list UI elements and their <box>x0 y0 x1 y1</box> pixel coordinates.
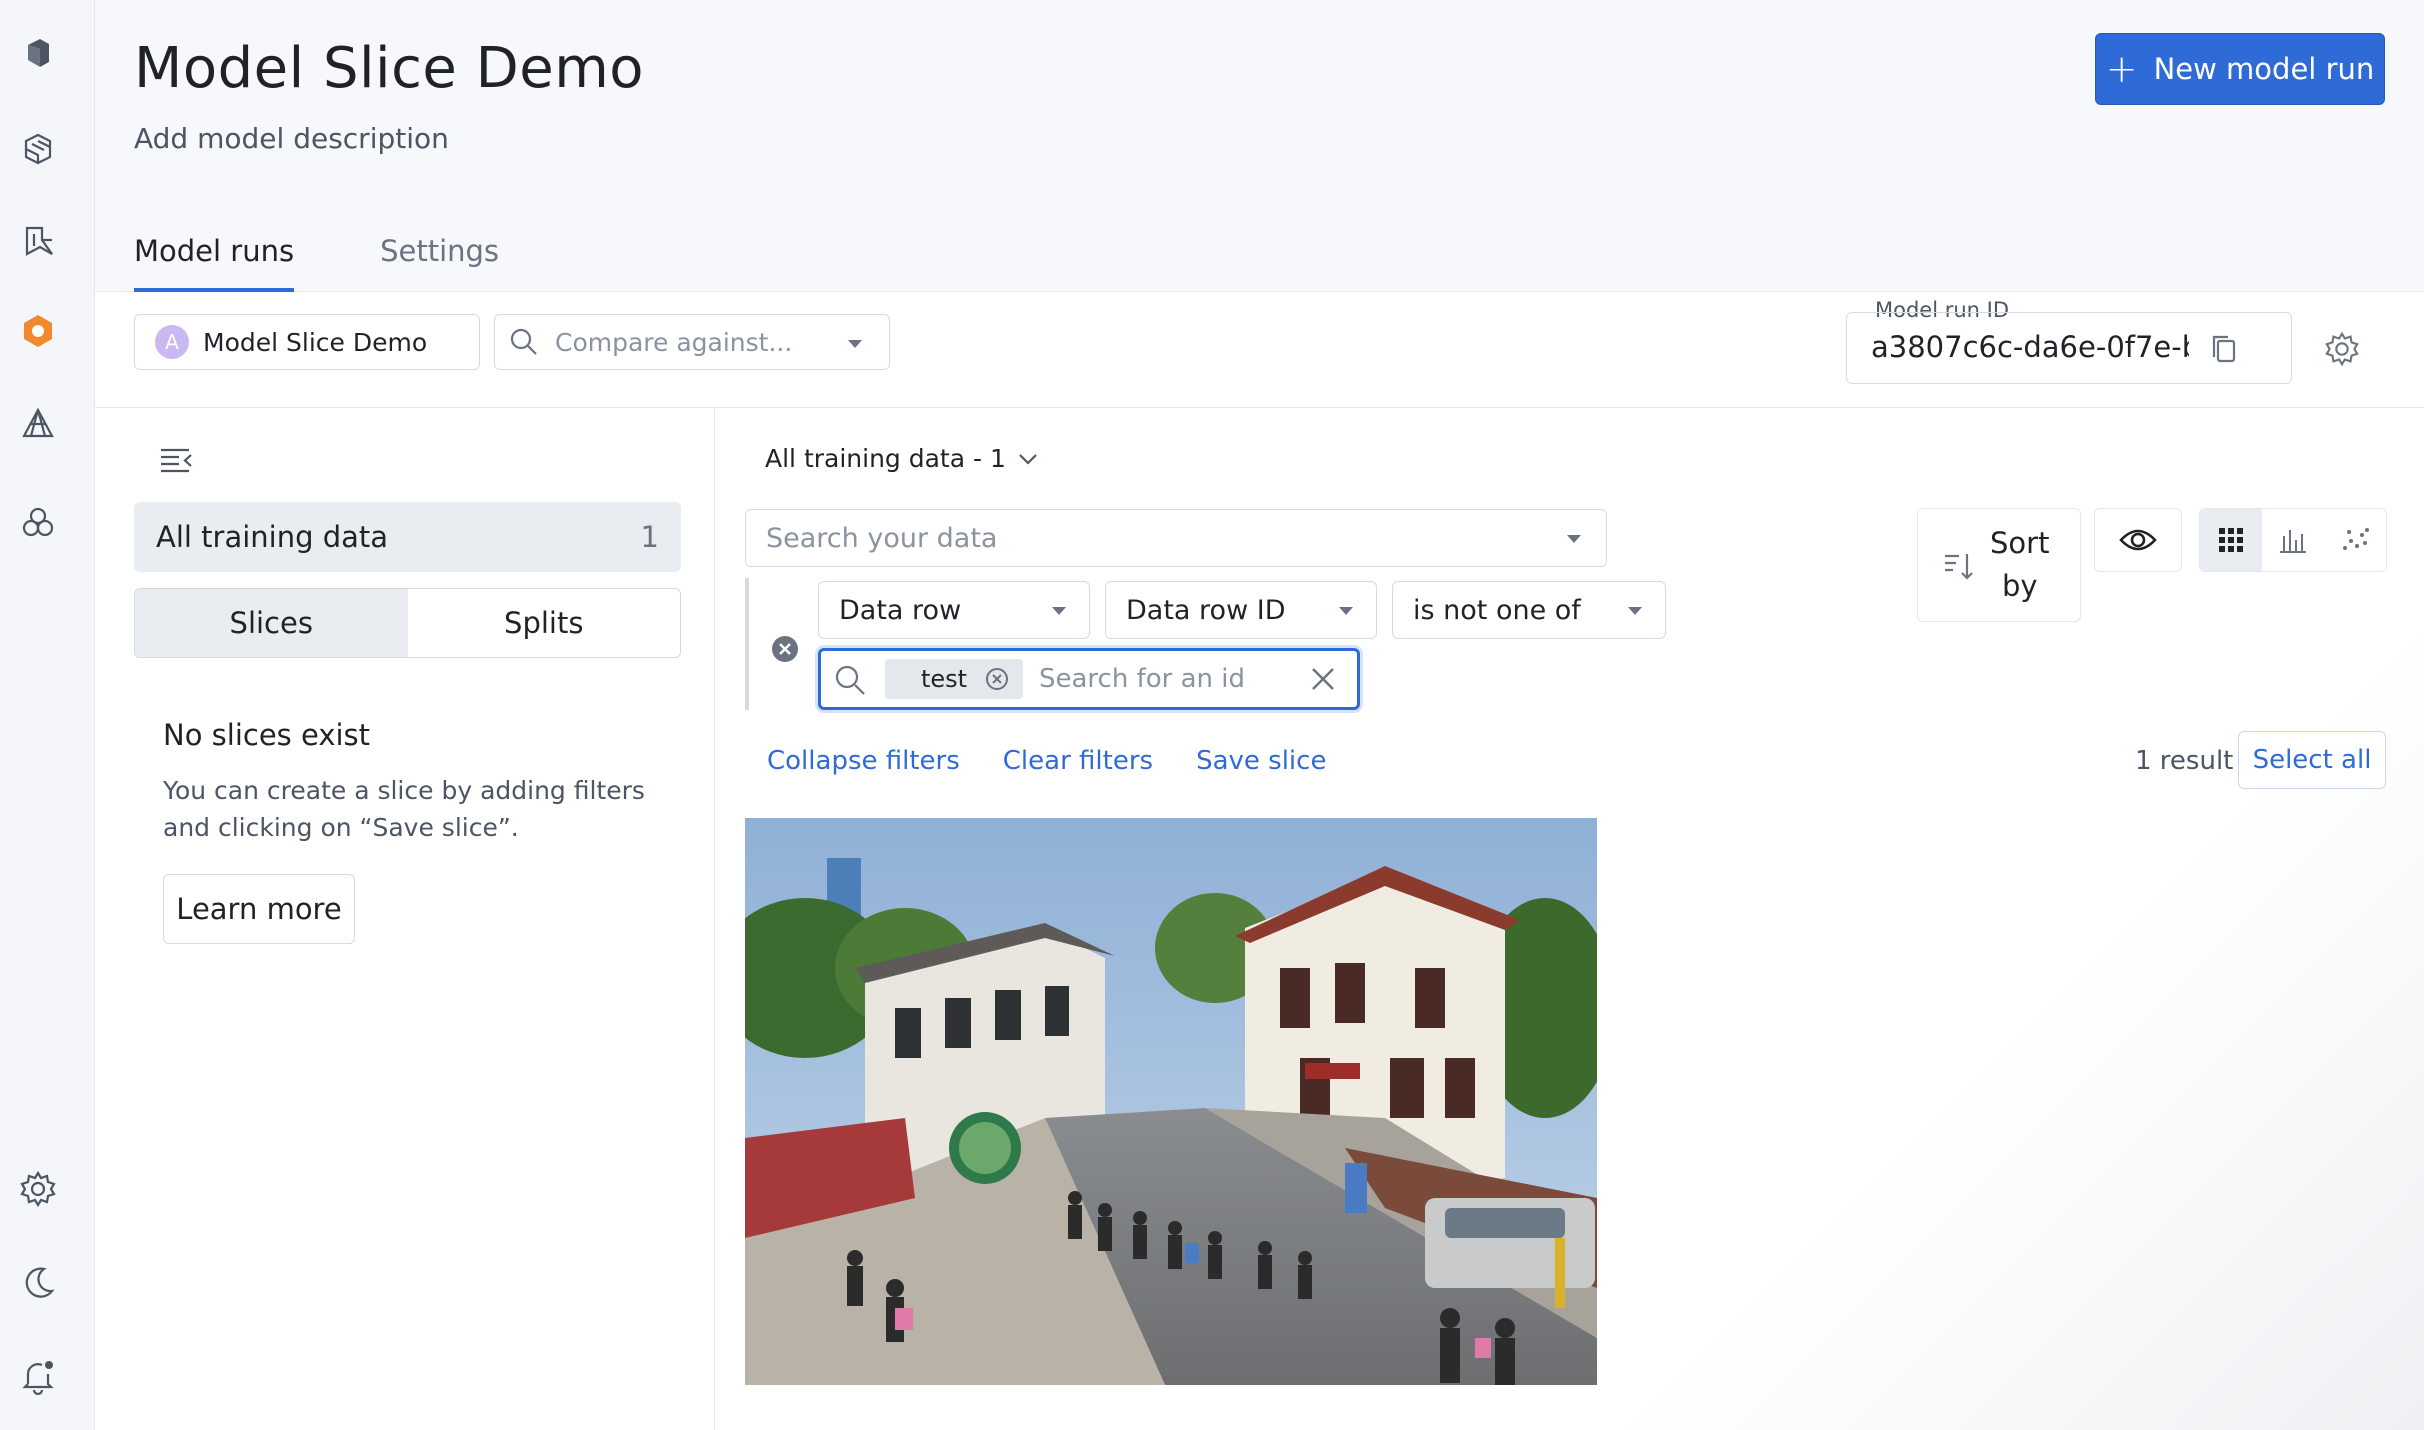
empty-state-title: No slices exist <box>163 718 371 752</box>
model-description[interactable]: Add model description <box>134 122 449 155</box>
bell-icon[interactable] <box>17 1355 59 1397</box>
street-scene-image <box>745 818 1597 1385</box>
model-selector[interactable]: A Model Slice Demo <box>134 314 480 370</box>
search-icon <box>835 665 865 695</box>
model-icon[interactable] <box>17 310 59 352</box>
learn-more-button[interactable]: Learn more <box>163 874 355 944</box>
sort-by-label-line2: by <box>2001 569 2038 603</box>
avatar: A <box>155 325 189 359</box>
workflow-icon[interactable] <box>17 403 59 445</box>
id-search-field[interactable]: test <box>818 648 1360 710</box>
clear-filters-link[interactable]: Clear filters <box>1003 746 1153 776</box>
filter-attribute-dropdown[interactable]: Data row ID <box>1105 581 1377 639</box>
chevron-down-icon <box>1052 607 1066 615</box>
close-icon[interactable] <box>1309 665 1337 693</box>
data-row-thumbnail[interactable] <box>745 818 1597 1385</box>
filter-value-chip: test <box>885 659 1023 699</box>
all-training-data-count: 1 <box>640 520 659 554</box>
bar-chart-view-icon[interactable] <box>2262 509 2324 571</box>
filter-field-dropdown[interactable]: Data row <box>818 581 1090 639</box>
remove-chip-icon[interactable] <box>985 667 1009 691</box>
tab-bar: Model runs Settings <box>134 228 499 292</box>
collapse-panel-icon[interactable] <box>157 440 197 480</box>
all-training-data-item[interactable]: All training data 1 <box>134 502 681 572</box>
collapse-filters-link[interactable]: Collapse filters <box>767 746 960 776</box>
chevron-down-icon <box>1628 607 1642 615</box>
compare-placeholder: Compare against... <box>555 327 793 357</box>
moon-icon[interactable] <box>17 1262 59 1304</box>
integrations-icon[interactable] <box>17 502 59 544</box>
compare-dropdown[interactable]: Compare against... <box>494 314 890 370</box>
filter-actions: Collapse filters Clear filters Save slic… <box>767 746 1326 776</box>
search-data-placeholder: Search your data <box>766 522 998 554</box>
logo-icon[interactable] <box>17 32 59 74</box>
page-title: Model Slice Demo <box>134 36 645 101</box>
chevron-down-icon <box>1567 535 1581 543</box>
filter-group-bar <box>745 578 749 710</box>
model-name: Model Slice Demo <box>203 327 428 357</box>
empty-state-text: You can create a slice by adding filters… <box>163 776 645 842</box>
tab-splits[interactable]: Splits <box>408 589 681 657</box>
new-model-run-button[interactable]: + New model run <box>2095 33 2385 105</box>
sort-icon <box>1945 554 1973 580</box>
filter-field-value: Data row <box>839 594 962 626</box>
id-search-input[interactable] <box>1039 659 1309 699</box>
scatter-view-icon[interactable] <box>2324 509 2386 571</box>
slices-splits-toggle: Slices Splits <box>134 588 681 658</box>
model-run-id-field[interactable]: a3807c6c-da6e-0f7e-b <box>1846 312 2292 384</box>
tab-settings[interactable]: Settings <box>380 228 499 292</box>
filter-operator-value: is not one of <box>1413 594 1581 626</box>
plus-icon: + <box>2105 47 2138 91</box>
select-all-button[interactable]: Select all <box>2238 731 2386 789</box>
search-data-input[interactable]: Search your data <box>745 509 1607 567</box>
sort-by-button[interactable]: Sort by <box>1917 508 2081 622</box>
chevron-down-icon <box>1019 453 1037 465</box>
slices-panel: All training data 1 Slices Splits No sli… <box>95 408 715 1430</box>
dataset-label: All training data - 1 <box>765 444 1006 473</box>
remove-filter-icon[interactable] <box>771 635 799 663</box>
sort-by-label-line1: Sort <box>1990 526 2050 560</box>
new-model-run-label: New model run <box>2153 52 2375 86</box>
dataset-selector[interactable]: All training data - 1 <box>765 444 1038 473</box>
settings-icon[interactable] <box>17 1168 59 1210</box>
data-explorer: All training data - 1 Search your data D… <box>716 408 2424 1430</box>
tab-model-runs[interactable]: Model runs <box>134 228 295 292</box>
search-icon <box>510 328 537 355</box>
chevron-down-icon <box>848 340 862 348</box>
model-run-id-value: a3807c6c-da6e-0f7e-b <box>1871 330 2189 364</box>
grid-view-icon[interactable] <box>2200 509 2262 571</box>
filter-operator-dropdown[interactable]: is not one of <box>1392 581 1666 639</box>
chip-label: test <box>921 665 968 693</box>
model-toolbar: A Model Slice Demo Compare against... Mo… <box>95 292 2424 408</box>
tab-slices[interactable]: Slices <box>135 589 408 657</box>
filter-attribute-value: Data row ID <box>1126 594 1286 626</box>
chevron-down-icon <box>1339 607 1353 615</box>
page-header: Model Slice Demo Add model description +… <box>95 0 2424 292</box>
all-training-data-label: All training data <box>156 520 389 554</box>
catalog-icon[interactable] <box>17 128 59 170</box>
result-count: 1 result <box>2135 746 2234 776</box>
annotate-icon[interactable] <box>17 219 59 261</box>
gear-icon[interactable] <box>2323 330 2361 368</box>
eye-icon <box>2119 529 2157 551</box>
icon-rail <box>0 0 95 1430</box>
view-mode-toggle <box>2199 508 2387 572</box>
copy-icon[interactable] <box>2207 331 2243 367</box>
save-slice-link[interactable]: Save slice <box>1196 746 1326 776</box>
visibility-toggle[interactable] <box>2094 508 2182 572</box>
